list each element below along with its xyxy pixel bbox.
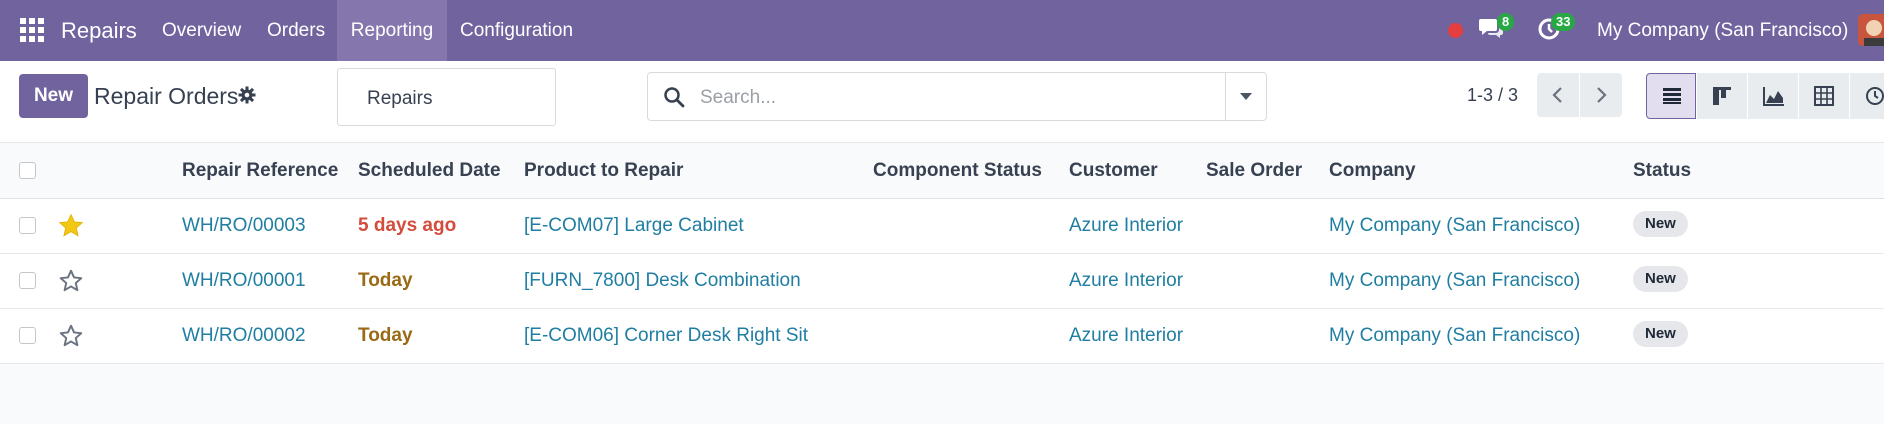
recording-indicator-icon[interactable] [1448,23,1463,38]
breadcrumb[interactable]: Repairs [337,68,556,126]
search-bar [647,72,1267,121]
company[interactable]: My Company (San Francisco) [1329,215,1580,237]
table-row[interactable]: WH/RO/00001 Today [FURN_7800] Desk Combi… [0,254,1884,309]
table-row[interactable]: WH/RO/00003 5 days ago [E-COM07] Large C… [0,199,1884,254]
gear-icon[interactable] [238,86,256,109]
star-outline-icon[interactable] [58,268,84,299]
view-graph-button[interactable] [1748,73,1798,119]
app-brand[interactable]: Repairs [61,0,137,61]
column-repair-reference[interactable]: Repair Reference [182,160,338,182]
control-panel: New Repair Orders Repairs 1-3 / [0,61,1884,143]
product-to-repair[interactable]: [E-COM06] Corner Desk Right Sit [524,325,808,347]
table-row[interactable]: WH/RO/00002 Today [E-COM06] Corner Desk … [0,309,1884,364]
search-options-toggle[interactable] [1225,73,1266,120]
column-sale-order[interactable]: Sale Order [1206,160,1302,182]
search-input[interactable] [698,80,1202,115]
chevron-left-icon [1552,87,1562,103]
view-pivot-button[interactable] [1799,73,1849,119]
product-to-repair[interactable]: [E-COM07] Large Cabinet [524,215,744,237]
column-scheduled-date[interactable]: Scheduled Date [358,160,501,182]
app-grid-icon[interactable] [20,18,44,42]
company-switcher[interactable]: My Company (San Francisco) [1597,0,1848,61]
messages-count-badge: 8 [1497,13,1515,31]
column-customer[interactable]: Customer [1069,160,1158,182]
column-product-to-repair[interactable]: Product to Repair [524,160,683,182]
customer[interactable]: Azure Interior [1069,325,1183,347]
view-kanban-button[interactable] [1697,73,1747,119]
company[interactable]: My Company (San Francisco) [1329,270,1580,292]
menu-overview[interactable]: Overview [162,0,241,61]
activities-count-badge: 33 [1551,13,1576,31]
caret-down-icon [1240,93,1252,100]
pager-value[interactable]: 1-3 / 3 [1467,85,1518,106]
status-badge: New [1633,321,1688,347]
user-avatar[interactable] [1858,14,1884,46]
repair-reference[interactable]: WH/RO/00003 [182,215,306,237]
chevron-right-icon [1597,87,1607,103]
pager-next-button[interactable] [1580,73,1622,117]
scheduled-date: 5 days ago [358,215,457,236]
column-component-status[interactable]: Component Status [873,160,1042,182]
kanban-icon [1713,87,1731,105]
customer[interactable]: Azure Interior [1069,270,1183,292]
column-status[interactable]: Status [1633,160,1691,182]
select-all-checkbox[interactable] [19,162,36,179]
star-filled-icon[interactable] [58,213,84,244]
view-list-button[interactable] [1646,73,1696,119]
view-activity-button[interactable] [1850,73,1884,119]
top-navbar: Repairs Overview Orders Reporting Config… [0,0,1884,61]
list-icon [1663,88,1681,104]
column-company[interactable]: Company [1329,160,1416,182]
row-checkbox[interactable] [19,327,36,344]
search-icon [663,86,685,113]
repair-reference[interactable]: WH/RO/00001 [182,270,306,292]
new-button[interactable]: New [19,74,88,118]
status-badge: New [1633,266,1688,292]
star-outline-icon[interactable] [58,323,84,354]
page-title: Repair Orders [94,83,239,109]
status-badge: New [1633,211,1688,237]
pivot-table-icon [1814,86,1834,106]
breadcrumb-item-repairs[interactable]: Repairs [367,88,432,110]
scheduled-date: Today [358,325,413,346]
menu-reporting[interactable]: Reporting [337,0,447,61]
activity-clock-icon [1866,87,1884,105]
row-checkbox[interactable] [19,217,36,234]
list-header: Repair Reference Scheduled Date Product … [0,143,1884,199]
scheduled-date: Today [358,270,413,291]
pager-previous-button[interactable] [1537,73,1579,117]
company[interactable]: My Company (San Francisco) [1329,325,1580,347]
area-chart-icon [1763,87,1784,106]
product-to-repair[interactable]: [FURN_7800] Desk Combination [524,270,801,292]
repair-reference[interactable]: WH/RO/00002 [182,325,306,347]
row-checkbox[interactable] [19,272,36,289]
menu-orders[interactable]: Orders [267,0,325,61]
menu-configuration[interactable]: Configuration [460,0,573,61]
customer[interactable]: Azure Interior [1069,215,1183,237]
